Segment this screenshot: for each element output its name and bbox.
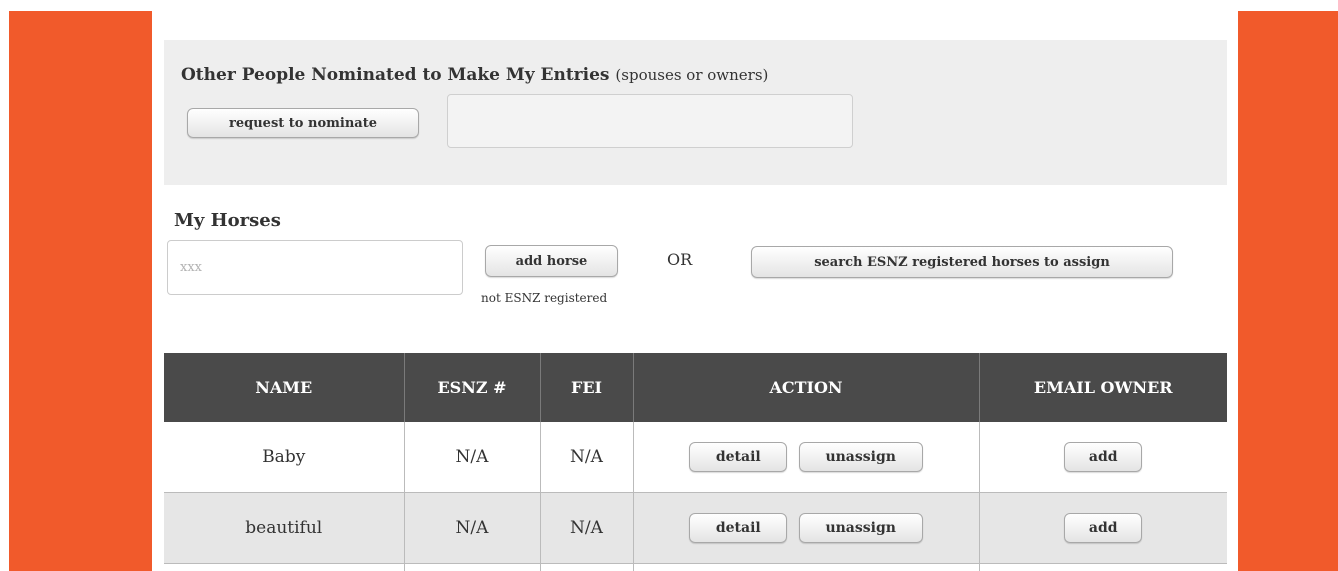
right-side-band — [1238, 11, 1338, 571]
empty-cell — [404, 563, 541, 571]
esnz-number-cell: N/A — [404, 492, 541, 564]
table-row: Baby N/A N/A detail unassign add — [164, 422, 1227, 493]
table-row-partial — [164, 563, 1227, 571]
nominee-section-title: Other People Nominated to Make My Entrie… — [181, 65, 768, 85]
nominee-list-field[interactable] — [447, 94, 853, 148]
or-label: OR — [667, 250, 693, 269]
horse-name-cell: beautiful — [164, 492, 405, 564]
left-side-band — [9, 11, 152, 571]
unassign-button[interactable]: unassign — [798, 513, 923, 543]
column-header-action: ACTION — [633, 353, 980, 422]
horses-table: NAME ESNZ # FEI ACTION EMAIL OWNER Baby … — [164, 353, 1227, 571]
column-header-fei: FEI — [540, 353, 634, 422]
table-row: beautiful N/A N/A detail unassign add — [164, 492, 1227, 564]
detail-button[interactable]: detail — [689, 442, 788, 472]
table-header-row: NAME ESNZ # FEI ACTION EMAIL OWNER — [164, 353, 1227, 422]
esnz-number-cell: N/A — [404, 422, 541, 493]
fei-cell: N/A — [540, 422, 634, 493]
email-owner-add-button[interactable]: add — [1064, 513, 1143, 543]
add-horse-note: not ESNZ registered — [481, 291, 608, 305]
horse-name-input[interactable] — [167, 240, 463, 295]
main-content: Other People Nominated to Make My Entrie… — [152, 0, 1238, 571]
add-horse-button[interactable]: add horse — [485, 245, 618, 277]
email-owner-add-button[interactable]: add — [1064, 442, 1143, 472]
email-owner-cell: add — [979, 422, 1227, 493]
nominee-subtitle: (spouses or owners) — [615, 66, 769, 84]
empty-cell — [540, 563, 634, 571]
column-header-name: NAME — [164, 353, 405, 422]
email-owner-cell: add — [979, 492, 1227, 564]
my-horses-title: My Horses — [174, 210, 281, 231]
horse-name-cell: Baby — [164, 422, 405, 493]
detail-button[interactable]: detail — [689, 513, 788, 543]
action-cell: detail unassign — [633, 422, 980, 493]
action-cell: detail unassign — [633, 492, 980, 564]
fei-cell: N/A — [540, 492, 634, 564]
page: Other People Nominated to Make My Entrie… — [0, 0, 1338, 571]
column-header-esnz: ESNZ # — [404, 353, 541, 422]
nominee-title-text: Other People Nominated to Make My Entrie… — [181, 65, 610, 85]
nominee-panel: Other People Nominated to Make My Entrie… — [164, 40, 1227, 185]
empty-cell — [633, 563, 980, 571]
search-registered-horses-button[interactable]: search ESNZ registered horses to assign — [751, 246, 1173, 278]
empty-cell — [164, 563, 405, 571]
request-to-nominate-button[interactable]: request to nominate — [187, 108, 419, 138]
unassign-button[interactable]: unassign — [798, 442, 923, 472]
column-header-email-owner: EMAIL OWNER — [979, 353, 1227, 422]
empty-cell — [979, 563, 1227, 571]
